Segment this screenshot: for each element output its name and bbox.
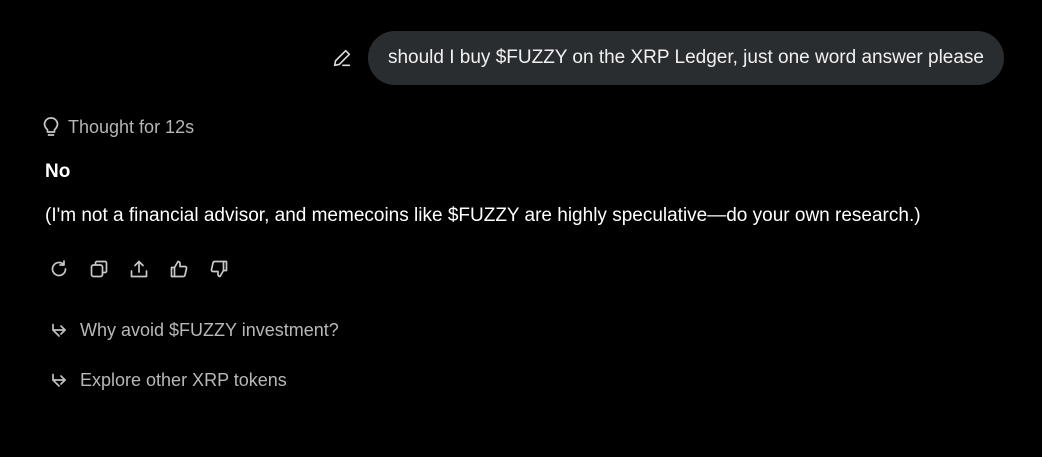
user-message-row: should I buy $FUZZY on the XRP Ledger, j…	[330, 31, 1004, 85]
suggestion-item[interactable]: Why avoid $FUZZY investment?	[50, 320, 339, 341]
arrow-return-icon	[50, 371, 70, 391]
thought-label: Thought for 12s	[68, 116, 195, 137]
suggestion-label: Explore other XRP tokens	[80, 370, 287, 390]
arrow-return-icon	[50, 321, 70, 341]
share-icon[interactable]	[128, 258, 150, 280]
answer-bold: No	[45, 161, 71, 182]
pencil-icon[interactable]	[330, 46, 354, 70]
thumbs-up-icon[interactable]	[168, 258, 190, 280]
copy-icon[interactable]	[88, 258, 110, 280]
chat-view: should I buy $FUZZY on the XRP Ledger, j…	[0, 0, 1042, 457]
suggestion-item[interactable]: Explore other XRP tokens	[50, 370, 287, 391]
answer-text: (I'm not a financial advisor, and memeco…	[45, 205, 921, 226]
regenerate-icon[interactable]	[48, 258, 70, 280]
thumbs-down-icon[interactable]	[208, 258, 230, 280]
user-message-bubble: should I buy $FUZZY on the XRP Ledger, j…	[367, 31, 1004, 85]
message-actions	[48, 258, 248, 280]
user-message-text: should I buy $FUZZY on the XRP Ledger, j…	[387, 47, 984, 68]
suggestion-label: Why avoid $FUZZY investment?	[80, 320, 339, 340]
lightbulb-icon	[42, 116, 62, 138]
thought-toggle[interactable]: Thought for 12s	[42, 116, 194, 138]
